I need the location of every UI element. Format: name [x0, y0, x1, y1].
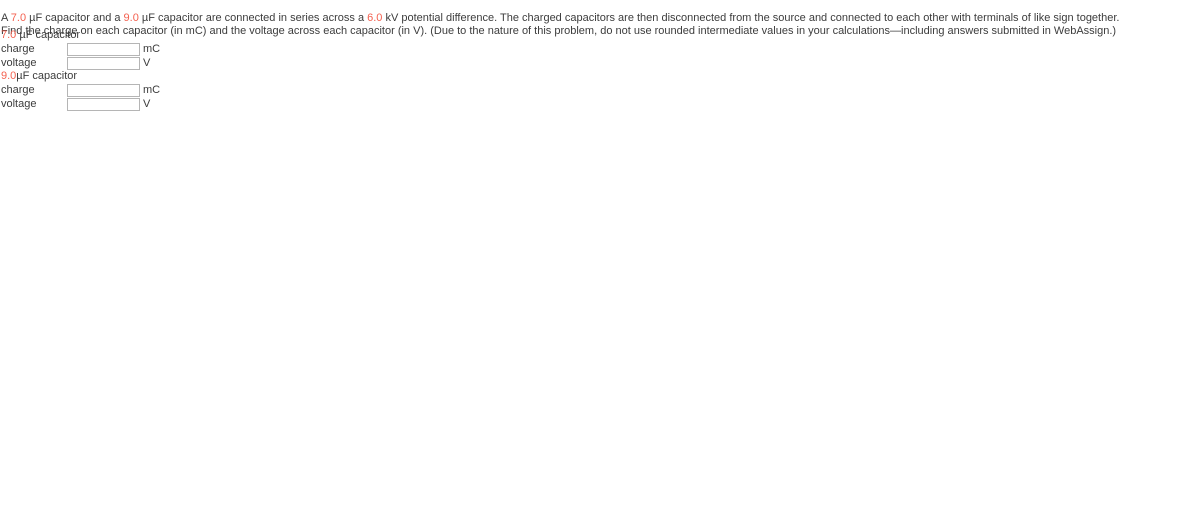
- group-heading-label: µF capacitor: [16, 29, 81, 41]
- answer-group-capacitor-2: 9.0µF capacitor charge mC voltage V: [1, 70, 401, 111]
- group-heading-value: 7.0: [1, 29, 17, 41]
- field-label-charge: charge: [1, 84, 35, 96]
- voltage-input-capacitor-2[interactable]: [67, 97, 140, 111]
- group-heading-value: 9.0: [1, 70, 17, 82]
- problem-value-capacitance-2: 9.0: [123, 12, 139, 24]
- group-heading-label: µF capacitor: [16, 70, 78, 82]
- field-label-voltage: voltage: [1, 98, 37, 110]
- charge-input-capacitor-1[interactable]: [67, 42, 140, 56]
- problem-page: A 7.0 µF capacitor and a 9.0 µF capacito…: [0, 0, 1200, 513]
- field-unit-charge: mC: [143, 84, 161, 96]
- charge-input-capacitor-2[interactable]: [67, 83, 140, 97]
- problem-text-part: A: [1, 12, 11, 24]
- field-table-capacitor-2: charge mC voltage V: [1, 83, 160, 111]
- group-heading-capacitor-1: 7.0 µF capacitor: [1, 29, 401, 42]
- problem-value-capacitance-1: 7.0: [10, 12, 27, 24]
- problem-text-part: µF capacitor are connected in series acr…: [138, 12, 368, 24]
- voltage-input-capacitor-1[interactable]: [67, 56, 140, 70]
- field-row-voltage: voltage V: [1, 56, 160, 70]
- field-row-voltage: voltage V: [1, 97, 160, 111]
- field-label-voltage: voltage: [1, 57, 37, 69]
- answer-area: 7.0 µF capacitor charge mC voltage V 9.0…: [1, 29, 401, 111]
- group-heading-capacitor-2: 9.0µF capacitor: [1, 70, 401, 83]
- field-row-charge: charge mC: [1, 42, 160, 56]
- problem-text-part: µF capacitor and a: [26, 12, 124, 24]
- field-input-cell: [67, 42, 140, 56]
- problem-value-voltage: 6.0: [367, 12, 383, 24]
- field-unit-charge: mC: [143, 43, 161, 55]
- field-input-cell: [67, 83, 140, 97]
- answer-group-capacitor-1: 7.0 µF capacitor charge mC voltage V: [1, 29, 401, 70]
- field-input-cell: [67, 97, 140, 111]
- field-unit-voltage: V: [143, 57, 151, 69]
- field-row-charge: charge mC: [1, 83, 160, 97]
- field-label-charge: charge: [1, 43, 35, 55]
- field-table-capacitor-1: charge mC voltage V: [1, 42, 160, 70]
- field-input-cell: [67, 56, 140, 70]
- field-unit-voltage: V: [143, 98, 151, 110]
